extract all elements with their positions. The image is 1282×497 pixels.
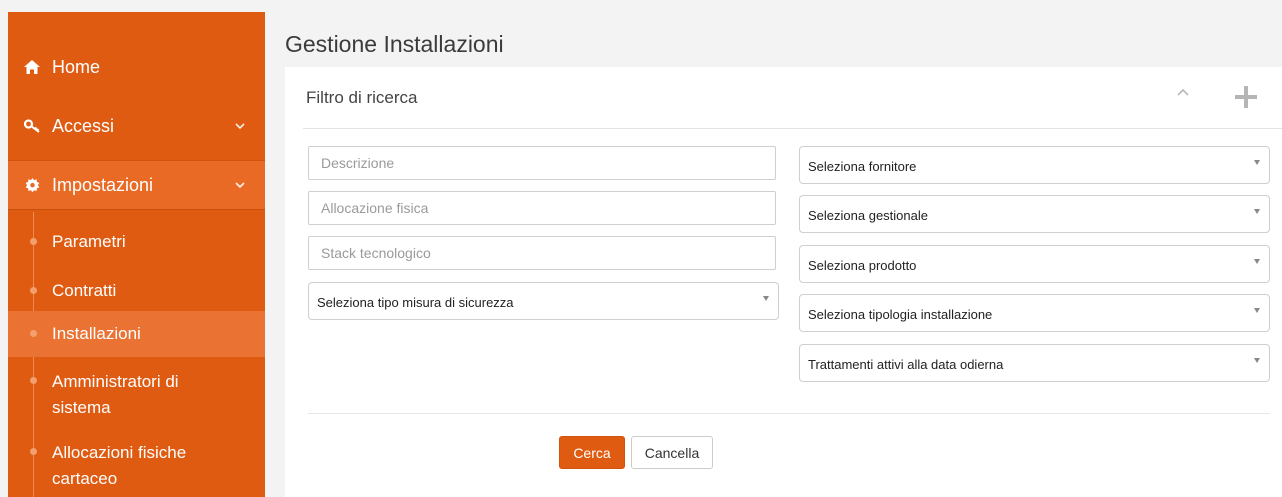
plus-icon[interactable]: [1235, 86, 1257, 108]
tipologia-installazione-select[interactable]: Seleziona tipologia installazione: [799, 294, 1270, 332]
chevron-up-icon[interactable]: [1175, 85, 1191, 101]
sidebar-subitem-label: Contratti: [52, 281, 117, 300]
sidebar-subitem-amministratori[interactable]: Amministratori di sistema: [8, 369, 265, 427]
select-value: Seleziona gestionale: [808, 208, 928, 223]
sidebar-item-label: Home: [52, 56, 101, 77]
select-value: Trattamenti attivi alla data odierna: [808, 357, 1004, 372]
bullet-icon: [30, 238, 37, 245]
sidebar-subitem-label: Installazioni: [52, 324, 141, 343]
key-icon: [24, 118, 40, 134]
fornitore-select[interactable]: Seleziona fornitore: [799, 146, 1270, 184]
allocazione-fisica-input[interactable]: [308, 191, 776, 225]
select-value: Seleziona tipo misura di sicurezza: [317, 295, 514, 310]
caret-down-icon: [1254, 358, 1260, 363]
caret-down-icon: [1254, 308, 1260, 313]
descrizione-input[interactable]: [308, 146, 776, 180]
home-icon: [24, 59, 40, 75]
sidebar: Home Accessi Impostazioni Parametri Cont…: [8, 12, 265, 497]
chevron-down-icon: [235, 178, 245, 192]
filter-panel: Filtro di ricerca Seleziona tipo misura …: [285, 67, 1282, 497]
sidebar-item-home[interactable]: Home: [8, 50, 265, 84]
gear-icon: [24, 177, 40, 193]
caret-down-icon: [763, 296, 769, 301]
select-value: Seleziona prodotto: [808, 258, 917, 273]
sidebar-subitem-contratti[interactable]: Contratti: [8, 276, 265, 306]
bullet-icon: [30, 287, 37, 294]
form-divider: [308, 413, 1270, 414]
sidebar-item-label: Accessi: [52, 115, 115, 136]
sidebar-subitem-label: Allocazioni fisiche cartaceo: [52, 443, 187, 488]
sidebar-item-impostazioni[interactable]: Impostazioni: [8, 160, 265, 210]
sidebar-item-label: Impostazioni: [52, 174, 154, 195]
trattamenti-attivi-select[interactable]: Trattamenti attivi alla data odierna: [799, 344, 1270, 382]
sidebar-subitem-parametri[interactable]: Parametri: [8, 227, 265, 257]
sidebar-subitem-allocazioni[interactable]: Allocazioni fisiche cartaceo: [8, 440, 265, 497]
tipo-misura-sicurezza-select[interactable]: Seleziona tipo misura di sicurezza: [308, 282, 779, 320]
sidebar-subitem-installazioni[interactable]: Installazioni: [8, 311, 265, 357]
sidebar-subitem-label: Parametri: [52, 232, 126, 251]
caret-down-icon: [1254, 209, 1260, 214]
page-title: Gestione Installazioni: [285, 31, 504, 57]
bullet-icon: [30, 330, 37, 337]
select-value: Seleziona tipologia installazione: [808, 307, 993, 322]
sidebar-item-accessi[interactable]: Accessi: [8, 108, 265, 144]
bullet-icon: [30, 448, 37, 455]
prodotto-select[interactable]: Seleziona prodotto: [799, 245, 1270, 283]
chevron-down-icon: [235, 119, 245, 133]
caret-down-icon: [1254, 259, 1260, 264]
panel-divider: [303, 128, 1282, 129]
cerca-button[interactable]: Cerca: [559, 436, 625, 469]
gestionale-select[interactable]: Seleziona gestionale: [799, 195, 1270, 233]
cancella-button[interactable]: Cancella: [631, 436, 713, 469]
bullet-icon: [30, 377, 37, 384]
select-value: Seleziona fornitore: [808, 159, 917, 174]
panel-title: Filtro di ricerca: [306, 88, 418, 107]
caret-down-icon: [1254, 160, 1260, 165]
sidebar-subitem-label: Amministratori di sistema: [52, 372, 179, 417]
stack-tecnologico-input[interactable]: [308, 236, 776, 270]
